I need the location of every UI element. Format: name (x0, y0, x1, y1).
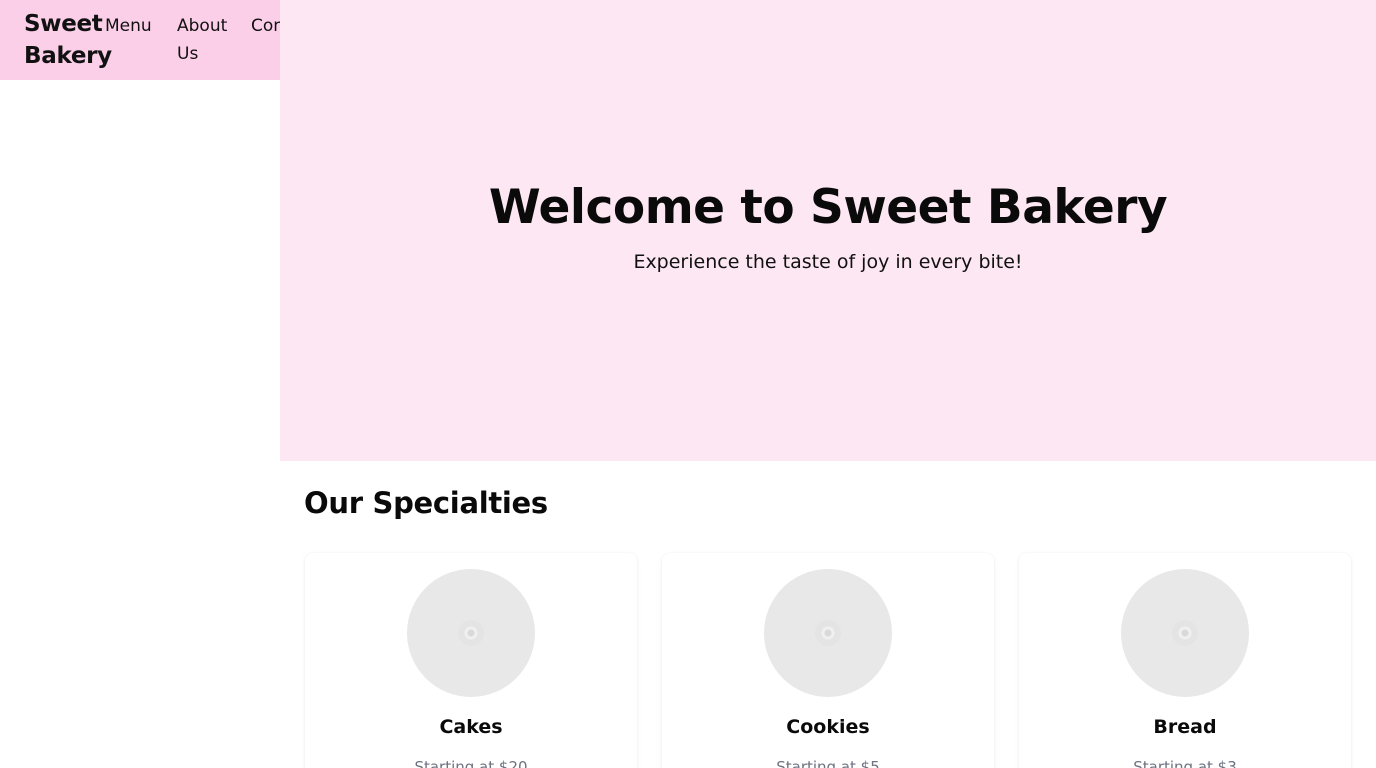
hero-section: Welcome to Sweet Bakery Experience the t… (280, 0, 1376, 461)
hero-subtitle: Experience the taste of joy in every bit… (633, 251, 1023, 273)
specialty-name: Bread (1153, 716, 1217, 738)
specialty-price: Starting at $20 (414, 758, 528, 768)
specialty-name: Cakes (439, 716, 503, 738)
nav-link-contact[interactable]: Contact (251, 12, 280, 40)
page: Sweet Bakery Menu About Us Contact Welco… (0, 0, 1376, 768)
nav-link-menu[interactable]: Menu (105, 12, 152, 40)
brand-logo-text[interactable]: Sweet Bakery (24, 8, 112, 72)
specialty-card-cakes: Cakes Starting at $20 (305, 553, 637, 768)
image-placeholder-icon (815, 620, 841, 646)
specialty-price: Starting at $3 (1133, 758, 1237, 768)
hero-title: Welcome to Sweet Bakery (488, 180, 1168, 235)
bread-image (1121, 569, 1249, 697)
specialties-heading: Our Specialties (304, 486, 548, 520)
specialty-card-bread: Bread Starting at $3 (1019, 553, 1351, 768)
image-placeholder-icon (1172, 620, 1198, 646)
specialty-card-cookies: Cookies Starting at $5 (662, 553, 994, 768)
site-header: Sweet Bakery Menu About Us Contact (0, 0, 280, 80)
specialty-name: Cookies (786, 716, 870, 738)
image-placeholder-icon (458, 620, 484, 646)
specialty-price: Starting at $5 (776, 758, 880, 768)
cookies-image (764, 569, 892, 697)
cakes-image (407, 569, 535, 697)
nav-link-about-us[interactable]: About Us (177, 12, 237, 68)
